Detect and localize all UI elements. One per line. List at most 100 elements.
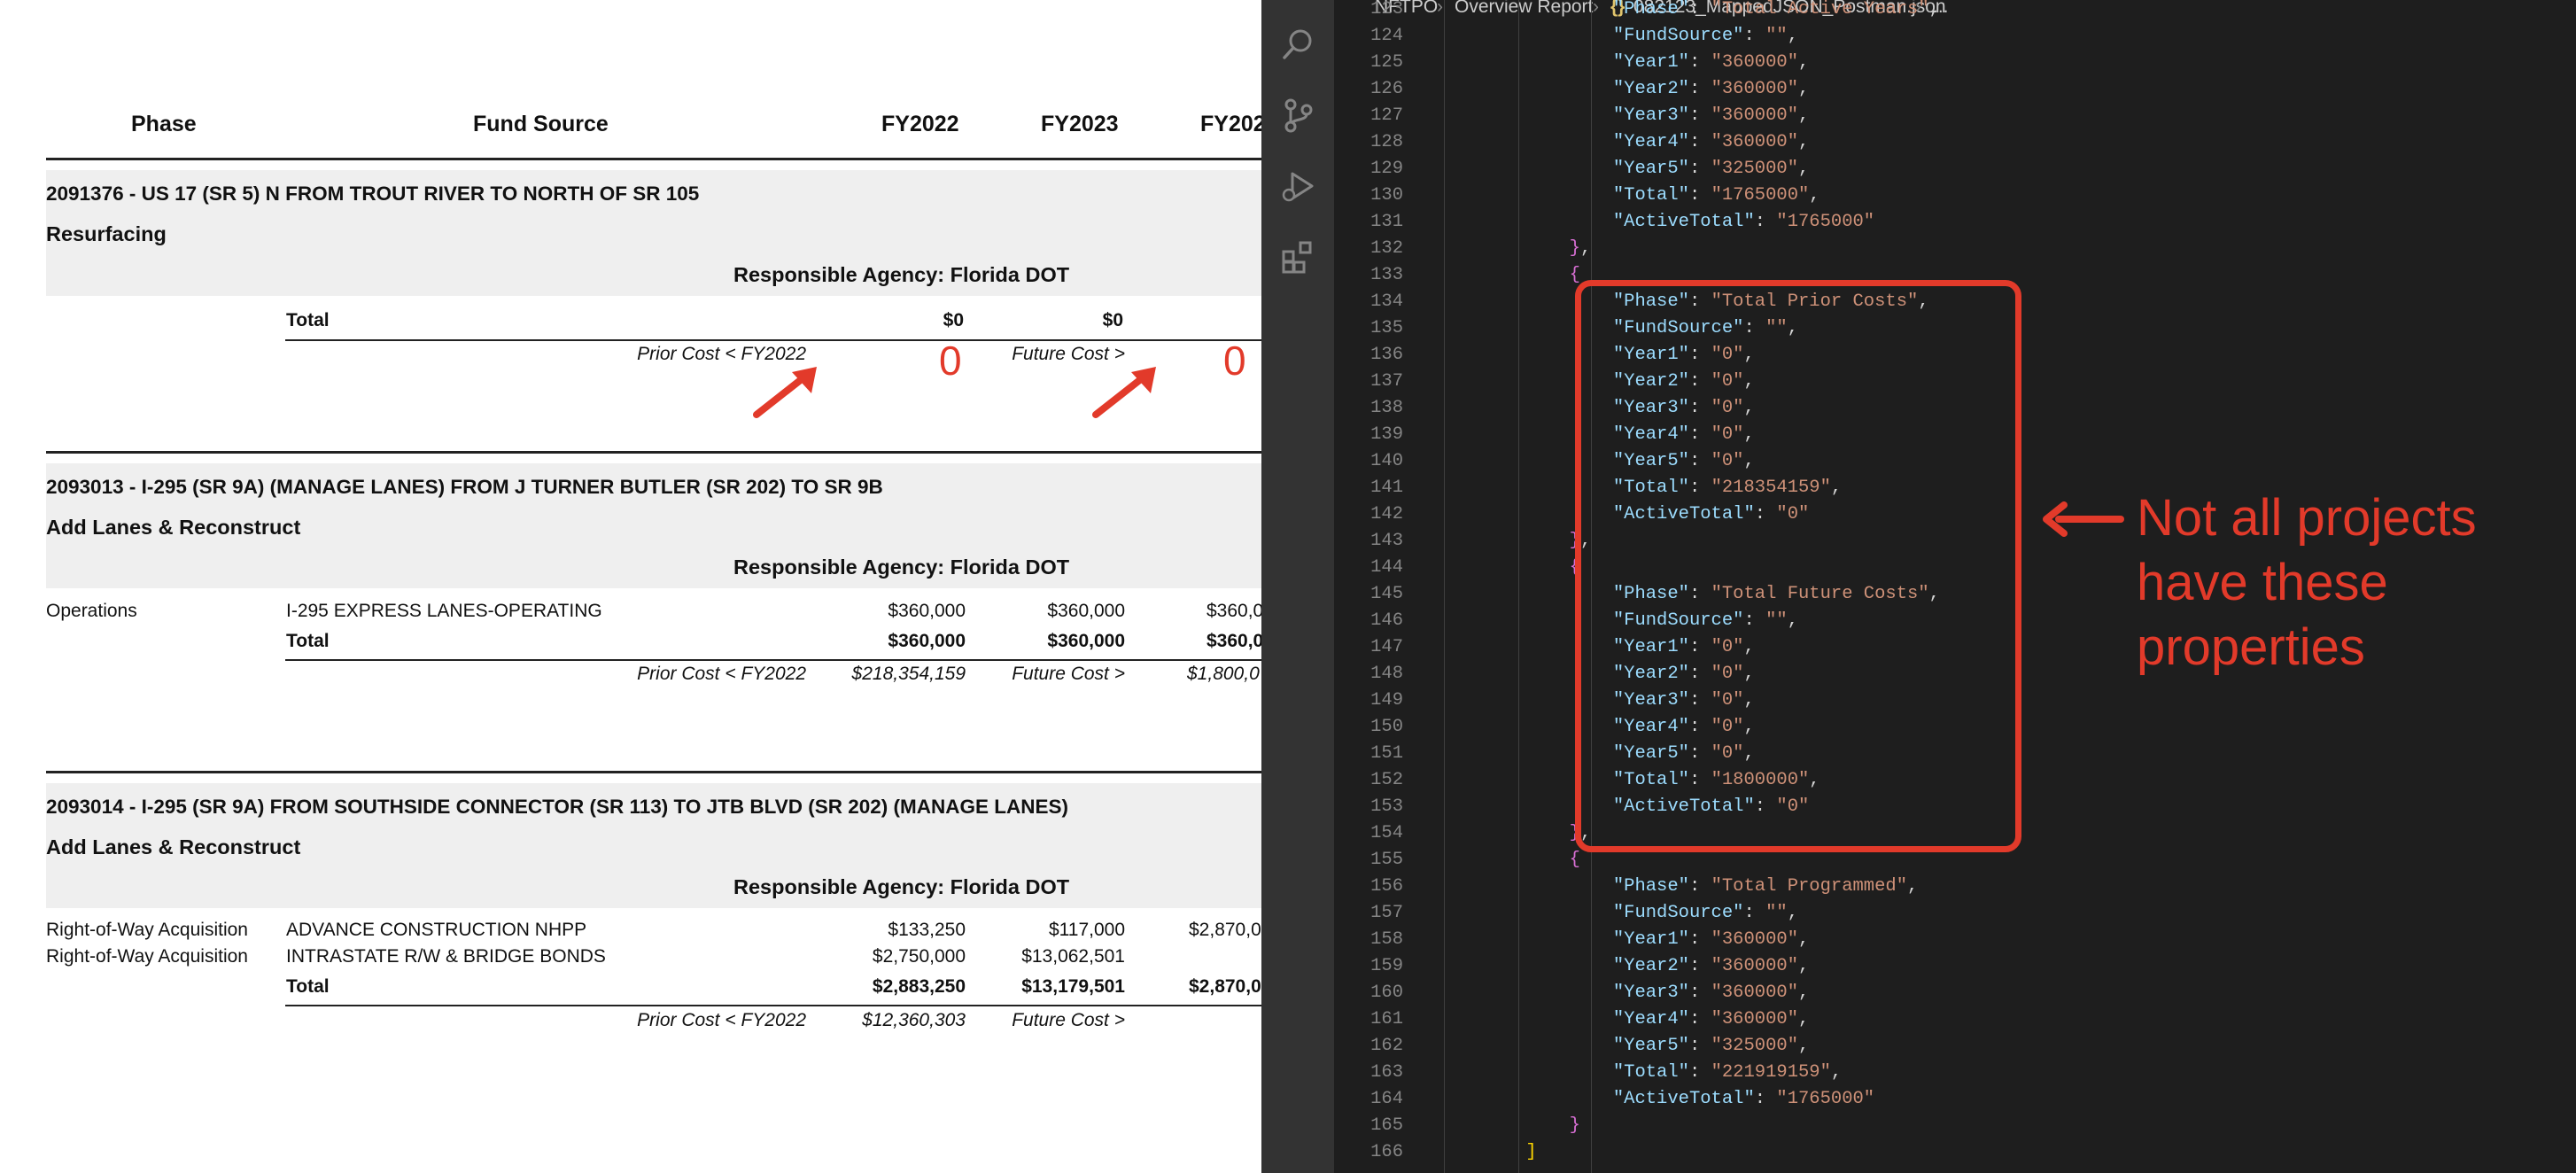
line-number: 147 — [1370, 637, 1403, 657]
project-title: 2093014 - I-295 (SR 9A) FROM SOUTHSIDE C… — [46, 796, 1068, 818]
total-fy2023: $360,000 — [1047, 631, 1125, 651]
column-header-phase: Phase — [131, 112, 197, 136]
line-number: 128 — [1370, 132, 1403, 152]
total-label: Total — [286, 976, 330, 997]
prior-cost-label: Prior Cost < FY2022 — [637, 344, 806, 364]
code-line[interactable]: }, — [1439, 531, 1592, 551]
code-line[interactable]: "FundSource": "", — [1439, 26, 1798, 46]
column-header-fy2023: FY2023 — [1041, 112, 1119, 136]
prior-cost-label: Prior Cost < FY2022 — [637, 1010, 806, 1030]
responsible-agency: Responsible Agency: Florida DOT — [733, 263, 1070, 286]
code-line[interactable]: "Total": "1765000", — [1439, 185, 1820, 206]
line-number: 153 — [1370, 796, 1403, 817]
line-number: 158 — [1370, 929, 1403, 950]
row-fund-source: I-295 EXPRESS LANES-OPERATING — [286, 601, 602, 621]
line-number: 155 — [1370, 850, 1403, 870]
row-phase: Right-of-Way Acquisition — [46, 946, 248, 967]
total-fy2022: $0 — [943, 310, 964, 330]
future-cost-label: Future Cost > — [1012, 664, 1125, 684]
code-line[interactable]: ] — [1439, 1142, 1536, 1162]
code-line[interactable]: "FundSource": "", — [1439, 903, 1798, 923]
line-number: 145 — [1370, 584, 1403, 604]
total-fy2022: $2,883,250 — [872, 976, 966, 997]
total-rule — [285, 659, 1261, 661]
column-header-fund-source: Fund Source — [473, 112, 609, 136]
row-fy2024: $2,870,0 — [1189, 920, 1261, 940]
future-cost-label: Future Cost > — [1012, 1010, 1125, 1030]
line-number: 149 — [1370, 690, 1403, 711]
line-number: 141 — [1370, 478, 1403, 498]
code-line[interactable]: "Total": "221919159", — [1439, 1062, 1842, 1083]
line-number: 146 — [1370, 610, 1403, 631]
row-fund-source: ADVANCE CONSTRUCTION NHPP — [286, 920, 587, 940]
extensions-icon[interactable] — [1280, 239, 1315, 275]
total-fy2022: $360,000 — [888, 631, 966, 651]
row-phase: Operations — [46, 601, 137, 621]
line-number: 143 — [1370, 531, 1403, 551]
code-line[interactable]: "Phase": "Total Active Years", — [1439, 0, 1940, 19]
responsible-agency: Responsible Agency: Florida DOT — [733, 875, 1070, 898]
line-number: 138 — [1370, 398, 1403, 418]
line-number: 132 — [1370, 238, 1403, 259]
code-line[interactable]: "Year5": "325000", — [1439, 1036, 1809, 1056]
total-fy2023: $0 — [1102, 310, 1123, 330]
code-line[interactable]: "Year1": "360000", — [1439, 52, 1809, 73]
code-line[interactable]: "Year2": "360000", — [1439, 956, 1809, 976]
line-number: 162 — [1370, 1036, 1403, 1056]
code-line[interactable]: { — [1439, 557, 1580, 578]
line-number: 151 — [1370, 743, 1403, 764]
source-control-icon[interactable] — [1280, 97, 1315, 133]
row-fy2023: $360,000 — [1047, 601, 1125, 621]
line-number: 164 — [1370, 1089, 1403, 1109]
report-page: Phase Fund Source FY2022 FY2023 FY202 20… — [0, 0, 1261, 1173]
line-number: 166 — [1370, 1142, 1403, 1162]
row-fy2024: $360,0 — [1207, 601, 1261, 621]
line-number: 150 — [1370, 717, 1403, 737]
column-header-fy2022: FY2022 — [881, 112, 959, 136]
code-line[interactable]: { — [1439, 265, 1580, 285]
header-rule — [46, 158, 1261, 160]
future-cost-label: Future Cost > — [1012, 344, 1125, 364]
line-number: 131 — [1370, 212, 1403, 232]
line-number: 152 — [1370, 770, 1403, 790]
row-fy2022: $360,000 — [888, 601, 966, 621]
row-fy2023: $117,000 — [1048, 920, 1125, 940]
code-line[interactable]: "Year5": "325000", — [1439, 159, 1809, 179]
code-line[interactable]: "ActiveTotal": "1765000" — [1439, 212, 1874, 232]
code-line[interactable]: "Phase": "Total Programmed", — [1439, 876, 1918, 897]
project-title: 2091376 - US 17 (SR 5) N FROM TROUT RIVE… — [46, 183, 700, 205]
project-separator — [46, 451, 1261, 454]
column-header-fy2024: FY202 — [1200, 112, 1261, 136]
code-line[interactable]: }, — [1439, 238, 1592, 259]
arrow-annotation-icon — [1092, 367, 1156, 418]
total-rule — [285, 339, 1261, 341]
line-number: 135 — [1370, 318, 1403, 338]
future-cost-value: $1,800,0 — [1187, 664, 1260, 684]
annotation-text: Not all projects have these properties — [2137, 489, 2477, 676]
arrow-left-icon — [2043, 501, 2124, 537]
total-label: Total — [286, 310, 330, 330]
code-line[interactable]: "Year4": "360000", — [1439, 1009, 1809, 1029]
code-line[interactable]: "Year4": "360000", — [1439, 132, 1809, 152]
code-line[interactable]: } — [1439, 1115, 1580, 1136]
code-line[interactable]: "Year2": "360000", — [1439, 79, 1809, 99]
line-number: 148 — [1370, 664, 1403, 684]
line-number: 124 — [1370, 26, 1403, 46]
future-cost-value: 0 — [1223, 338, 1246, 384]
line-number: 136 — [1370, 345, 1403, 365]
row-phase: Right-of-Way Acquisition — [46, 920, 248, 940]
code-line[interactable]: }, — [1439, 823, 1592, 843]
code-line[interactable]: "Year3": "360000", — [1439, 105, 1809, 126]
run-debug-icon[interactable] — [1280, 168, 1315, 204]
project-type: Add Lanes & Reconstruct — [46, 516, 301, 539]
code-line[interactable]: "Year1": "360000", — [1439, 929, 1809, 950]
code-line[interactable]: "ActiveTotal": "1765000" — [1439, 1089, 1874, 1109]
project-title: 2093013 - I-295 (SR 9A) (MANAGE LANES) F… — [46, 476, 883, 498]
arrow-annotation-icon — [753, 367, 817, 418]
code-line[interactable]: "Year3": "360000", — [1439, 983, 1809, 1003]
line-number: 161 — [1370, 1009, 1403, 1029]
code-line[interactable]: { — [1439, 850, 1580, 870]
search-icon[interactable] — [1280, 27, 1315, 62]
project-separator — [46, 771, 1261, 773]
line-number: 142 — [1370, 504, 1403, 524]
